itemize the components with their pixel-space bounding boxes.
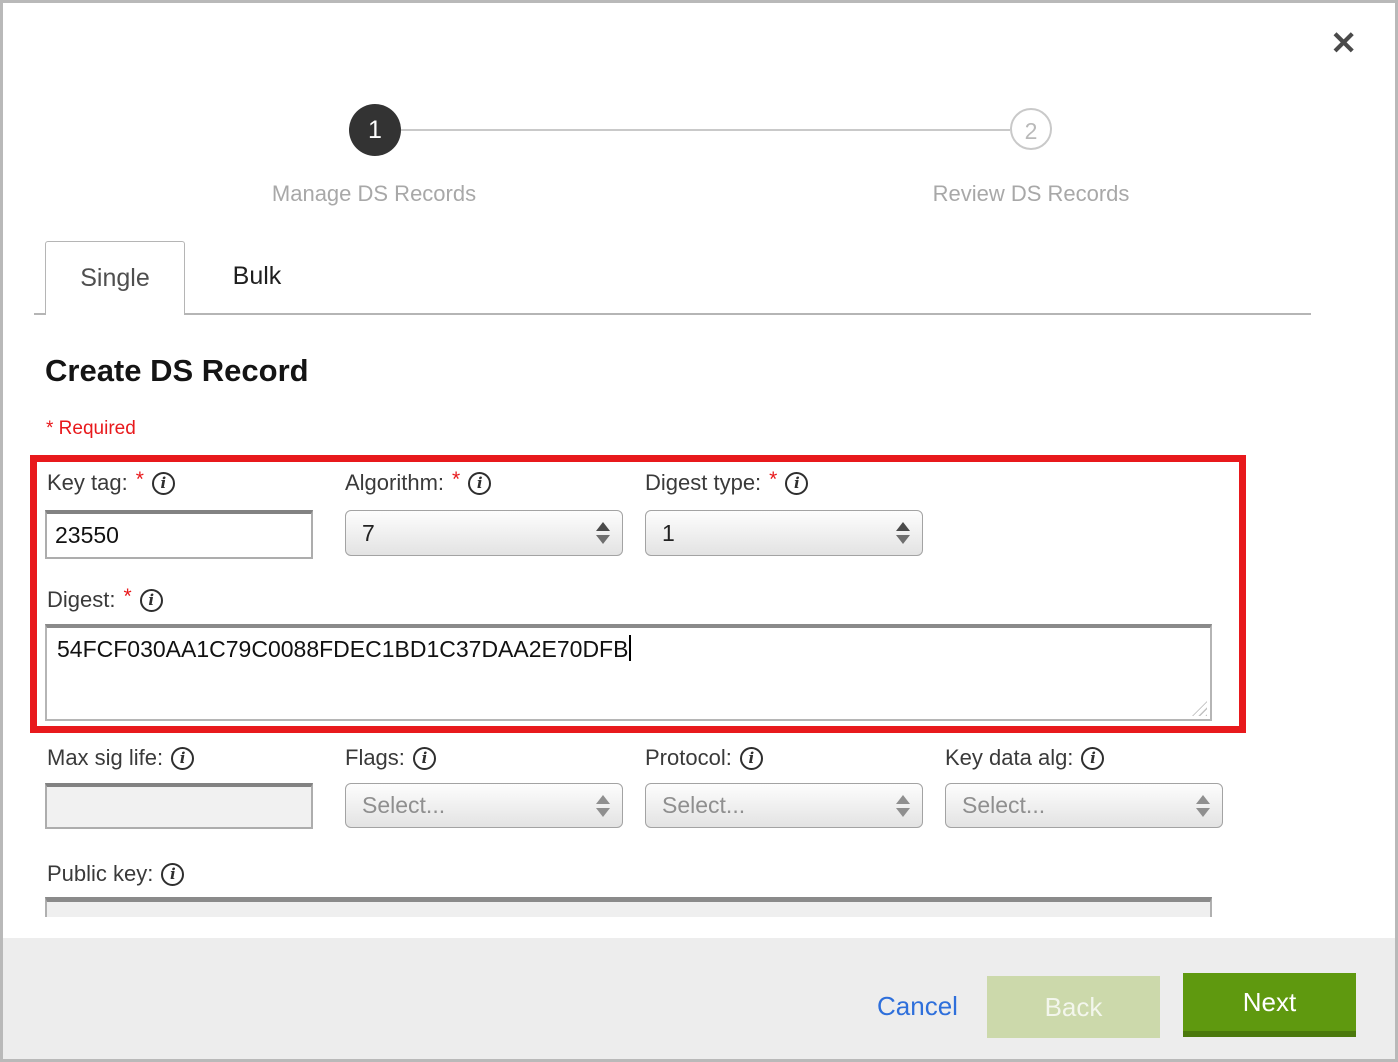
step-2-label: Review DS Records [891, 181, 1171, 207]
select-arrows-icon [596, 522, 610, 544]
info-icon[interactable]: i [161, 863, 184, 886]
info-icon-glyph: i [794, 476, 800, 491]
public-key-label-text: Public key: [47, 861, 153, 887]
tab-bulk[interactable]: Bulk [185, 241, 329, 311]
digest-textarea-value: 54FCF030AA1C79C0088FDEC1BD1C37DAA2E70DFB [57, 636, 628, 662]
algorithm-select[interactable]: 7 [345, 510, 623, 556]
protocol-select-value: Select... [662, 792, 745, 819]
textarea-resize-handle-icon[interactable] [1192, 701, 1207, 716]
step-2-circle: 2 [1010, 108, 1052, 150]
key-tag-input[interactable] [45, 510, 313, 559]
flags-label: Flags: i [345, 745, 436, 771]
digest-type-select-value: 1 [662, 520, 675, 547]
algorithm-required-marker: * [452, 468, 460, 492]
select-arrows-icon [896, 522, 910, 544]
public-key-label: Public key: i [47, 861, 184, 887]
stepper-connector-line [401, 129, 1010, 131]
digest-textarea[interactable]: 54FCF030AA1C79C0088FDEC1BD1C37DAA2E70DFB [45, 624, 1212, 721]
info-icon[interactable]: i [1081, 747, 1104, 770]
info-icon[interactable]: i [140, 589, 163, 612]
algorithm-label: Algorithm: * i [345, 470, 491, 496]
digest-required-marker: * [123, 585, 131, 609]
key-data-alg-select-value: Select... [962, 792, 1045, 819]
flags-label-text: Flags: [345, 745, 405, 771]
info-icon-glyph: i [161, 476, 167, 491]
info-icon-glyph: i [422, 751, 428, 766]
key-data-alg-label-text: Key data alg: [945, 745, 1073, 771]
digest-label: Digest: * i [47, 587, 163, 613]
max-sig-life-label: Max sig life: i [47, 745, 194, 771]
close-icon[interactable]: ✕ [1330, 27, 1357, 59]
step-1-circle: 1 [349, 104, 401, 156]
digest-type-required-marker: * [769, 468, 777, 492]
key-data-alg-label: Key data alg: i [945, 745, 1104, 771]
key-tag-label: Key tag: * i [47, 470, 175, 496]
digest-type-label: Digest type: * i [645, 470, 808, 496]
info-icon-glyph: i [477, 476, 483, 491]
cancel-link[interactable]: Cancel [877, 991, 958, 1022]
tab-divider-line [34, 313, 1311, 315]
flags-select[interactable]: Select... [345, 783, 623, 828]
info-icon[interactable]: i [740, 747, 763, 770]
protocol-select[interactable]: Select... [645, 783, 923, 828]
step-1-label: Manage DS Records [234, 181, 514, 207]
public-key-textarea[interactable] [45, 897, 1212, 917]
flags-select-value: Select... [362, 792, 445, 819]
create-ds-record-dialog: ✕ 1 2 Manage DS Records Review DS Record… [0, 0, 1398, 1062]
next-button[interactable]: Next [1183, 973, 1356, 1037]
protocol-label: Protocol: i [645, 745, 763, 771]
text-cursor [629, 635, 631, 661]
protocol-label-text: Protocol: [645, 745, 732, 771]
key-data-alg-select[interactable]: Select... [945, 783, 1223, 828]
info-icon[interactable]: i [171, 747, 194, 770]
info-icon-glyph: i [148, 593, 154, 608]
info-icon[interactable]: i [468, 472, 491, 495]
key-tag-required-marker: * [136, 468, 144, 492]
digest-type-label-text: Digest type: [645, 470, 761, 496]
info-icon-glyph: i [170, 867, 176, 882]
algorithm-label-text: Algorithm: [345, 470, 444, 496]
info-icon-glyph: i [748, 751, 754, 766]
key-tag-label-text: Key tag: [47, 470, 128, 496]
max-sig-life-label-text: Max sig life: [47, 745, 163, 771]
algorithm-select-value: 7 [362, 520, 375, 547]
digest-label-text: Digest: [47, 587, 115, 613]
info-icon[interactable]: i [152, 472, 175, 495]
select-arrows-icon [596, 795, 610, 817]
info-icon[interactable]: i [785, 472, 808, 495]
required-note: * Required [46, 418, 136, 440]
select-arrows-icon [896, 795, 910, 817]
select-arrows-icon [1196, 795, 1210, 817]
max-sig-life-input[interactable] [45, 783, 313, 829]
info-icon-glyph: i [180, 751, 186, 766]
digest-type-select[interactable]: 1 [645, 510, 923, 556]
page-title: Create DS Record [45, 353, 309, 389]
tab-single[interactable]: Single [45, 241, 185, 315]
info-icon[interactable]: i [413, 747, 436, 770]
back-button[interactable]: Back [987, 976, 1160, 1038]
info-icon-glyph: i [1090, 751, 1096, 766]
